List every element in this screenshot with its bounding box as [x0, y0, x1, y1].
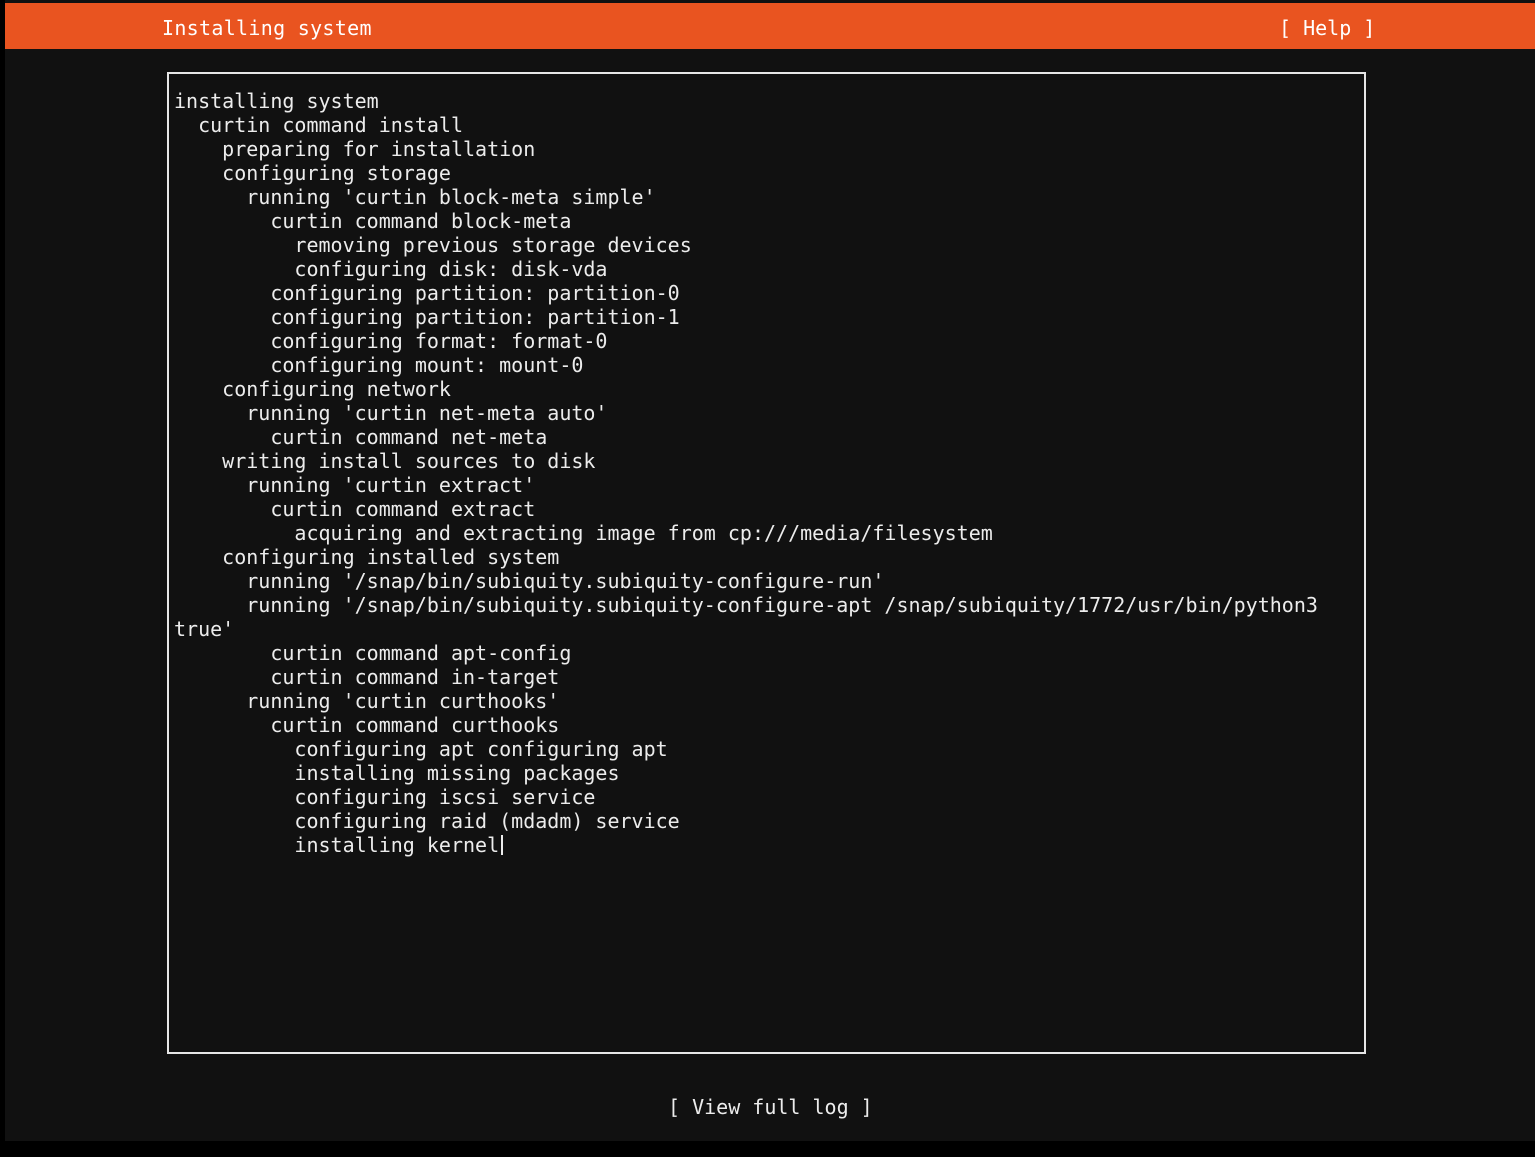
log-line: curtin command net-meta — [174, 425, 1318, 449]
progress-spinner-icon — [501, 835, 504, 855]
log-line-text: running '/snap/bin/subiquity.subiquity-c… — [174, 569, 885, 593]
help-button[interactable]: [ Help ] — [1279, 16, 1375, 40]
log-line: true' — [174, 617, 1318, 641]
log-line-text: writing install sources to disk — [174, 449, 596, 473]
log-line: running 'curtin net-meta auto' — [174, 401, 1318, 425]
page-title: Installing system — [162, 16, 372, 40]
log-line-text: configuring partition: partition-1 — [174, 305, 680, 329]
log-line-text: configuring disk: disk-vda — [174, 257, 608, 281]
log-line-text: preparing for installation — [174, 137, 536, 161]
log-line-text: true' — [174, 617, 235, 641]
log-line-text: configuring iscsi service — [174, 785, 596, 809]
log-line: configuring partition: partition-0 — [174, 281, 1318, 305]
log-lines: installing system curtin command install… — [174, 89, 1318, 857]
log-line-text: curtin command extract — [174, 497, 536, 521]
log-line: configuring installed system — [174, 545, 1318, 569]
log-line: running 'curtin block-meta simple' — [174, 185, 1318, 209]
log-line-text: acquiring and extracting image from cp:/… — [174, 521, 993, 545]
log-line: curtin command in-target — [174, 665, 1318, 689]
header-bar: Installing system [ Help ] — [5, 3, 1535, 49]
log-line-text: running 'curtin extract' — [174, 473, 536, 497]
log-line: configuring network — [174, 377, 1318, 401]
log-line: configuring format: format-0 — [174, 329, 1318, 353]
log-line-text: configuring raid (mdadm) service — [174, 809, 680, 833]
log-line-text: configuring mount: mount-0 — [174, 353, 584, 377]
log-line-text: installing system — [174, 89, 379, 113]
log-line-text: curtin command net-meta — [174, 425, 548, 449]
log-line-text: running 'curtin curthooks' — [174, 689, 560, 713]
installer-screen: Installing system [ Help ] installing sy… — [5, 0, 1535, 1141]
log-line-text: running '/snap/bin/subiquity.subiquity-c… — [174, 593, 1318, 617]
log-line: running 'curtin curthooks' — [174, 689, 1318, 713]
log-line: configuring mount: mount-0 — [174, 353, 1318, 377]
log-line-text: configuring partition: partition-0 — [174, 281, 680, 305]
log-line: installing kernel — [174, 833, 1318, 857]
log-line: preparing for installation — [174, 137, 1318, 161]
log-line: curtin command extract — [174, 497, 1318, 521]
log-line: running 'curtin extract' — [174, 473, 1318, 497]
log-line-text: removing previous storage devices — [174, 233, 692, 257]
log-line-text: configuring format: format-0 — [174, 329, 608, 353]
log-line: curtin command curthooks — [174, 713, 1318, 737]
log-line: installing system — [174, 89, 1318, 113]
log-line-text: running 'curtin block-meta simple' — [174, 185, 656, 209]
log-line: running '/snap/bin/subiquity.subiquity-c… — [174, 593, 1318, 617]
log-line: configuring disk: disk-vda — [174, 257, 1318, 281]
log-line-text: installing kernel — [174, 833, 500, 857]
log-line: configuring iscsi service — [174, 785, 1318, 809]
log-line-text: curtin command apt-config — [174, 641, 572, 665]
log-line: removing previous storage devices — [174, 233, 1318, 257]
log-line-text: curtin command in-target — [174, 665, 560, 689]
log-line-text: configuring apt configuring apt — [174, 737, 668, 761]
log-line-text: curtin command block-meta — [174, 209, 572, 233]
log-line: configuring storage — [174, 161, 1318, 185]
log-line: curtin command install — [174, 113, 1318, 137]
log-line: configuring raid (mdadm) service — [174, 809, 1318, 833]
log-line-text: configuring network — [174, 377, 451, 401]
log-line: installing missing packages — [174, 761, 1318, 785]
install-log-panel[interactable]: installing system curtin command install… — [167, 72, 1366, 1054]
log-line-text: configuring installed system — [174, 545, 560, 569]
log-line-text: configuring storage — [174, 161, 451, 185]
log-line: running '/snap/bin/subiquity.subiquity-c… — [174, 569, 1318, 593]
log-line: writing install sources to disk — [174, 449, 1318, 473]
log-line: curtin command block-meta — [174, 209, 1318, 233]
view-full-log-button[interactable]: [ View full log ] — [668, 1095, 873, 1119]
log-line: configuring apt configuring apt — [174, 737, 1318, 761]
log-line-text: curtin command install — [174, 113, 463, 137]
log-line-text: curtin command curthooks — [174, 713, 560, 737]
log-line: curtin command apt-config — [174, 641, 1318, 665]
log-line: configuring partition: partition-1 — [174, 305, 1318, 329]
log-line: acquiring and extracting image from cp:/… — [174, 521, 1318, 545]
log-line-text: installing missing packages — [174, 761, 620, 785]
log-line-text: running 'curtin net-meta auto' — [174, 401, 608, 425]
